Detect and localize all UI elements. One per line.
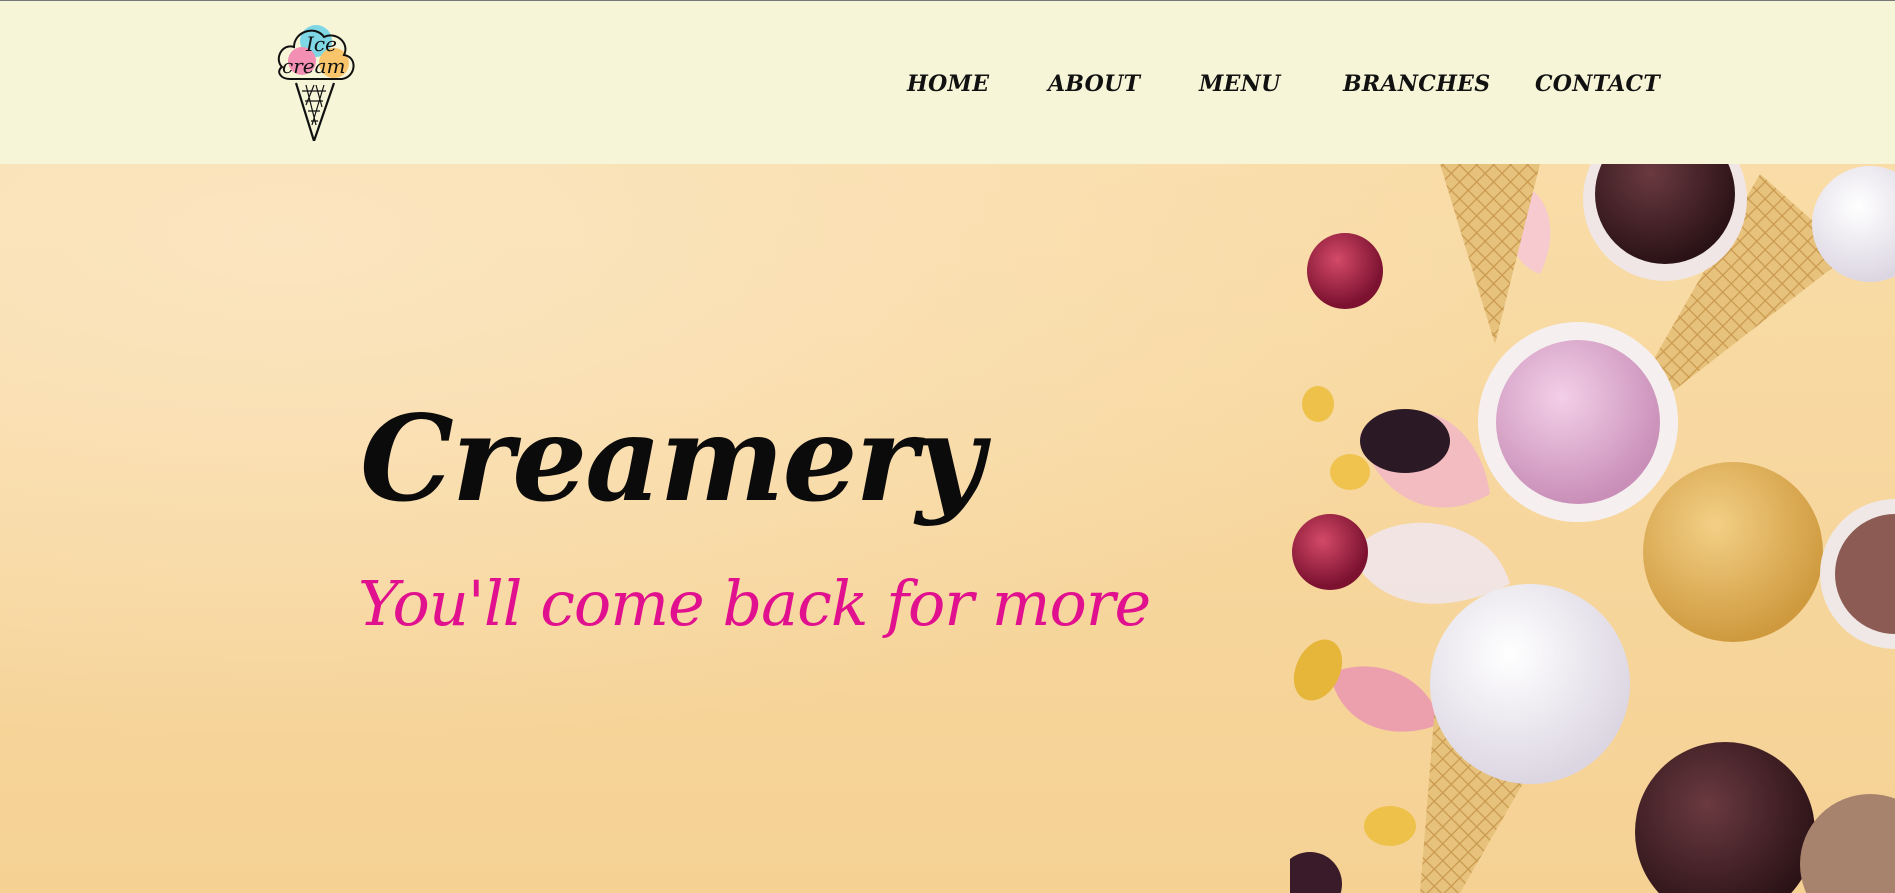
main-nav: HOME ABOUT MENU BRANCHES CONTACT bbox=[0, 68, 1895, 100]
nav-contact-link[interactable]: CONTACT bbox=[1535, 68, 1660, 100]
ice-cream-photo bbox=[1290, 164, 1895, 893]
ice-cream-cones-illustration bbox=[1290, 164, 1895, 893]
nav-home-link[interactable]: HOME bbox=[907, 68, 989, 100]
logo-word-ice: Ice bbox=[305, 32, 337, 56]
nav-about-link[interactable]: ABOUT bbox=[1048, 68, 1140, 100]
hero-section: Creamery You'll come back for more bbox=[0, 164, 1895, 893]
page: Ice cream HOME ABOUT MENU BRANCHES CONTA… bbox=[0, 0, 1895, 893]
hero-title: Creamery bbox=[360, 389, 984, 528]
nav-branches-link[interactable]: BRANCHES bbox=[1343, 68, 1490, 100]
hero-tagline: You'll come back for more bbox=[358, 567, 1151, 640]
site-header: Ice cream HOME ABOUT MENU BRANCHES CONTA… bbox=[0, 1, 1895, 164]
nav-menu-link[interactable]: MENU bbox=[1199, 68, 1281, 100]
